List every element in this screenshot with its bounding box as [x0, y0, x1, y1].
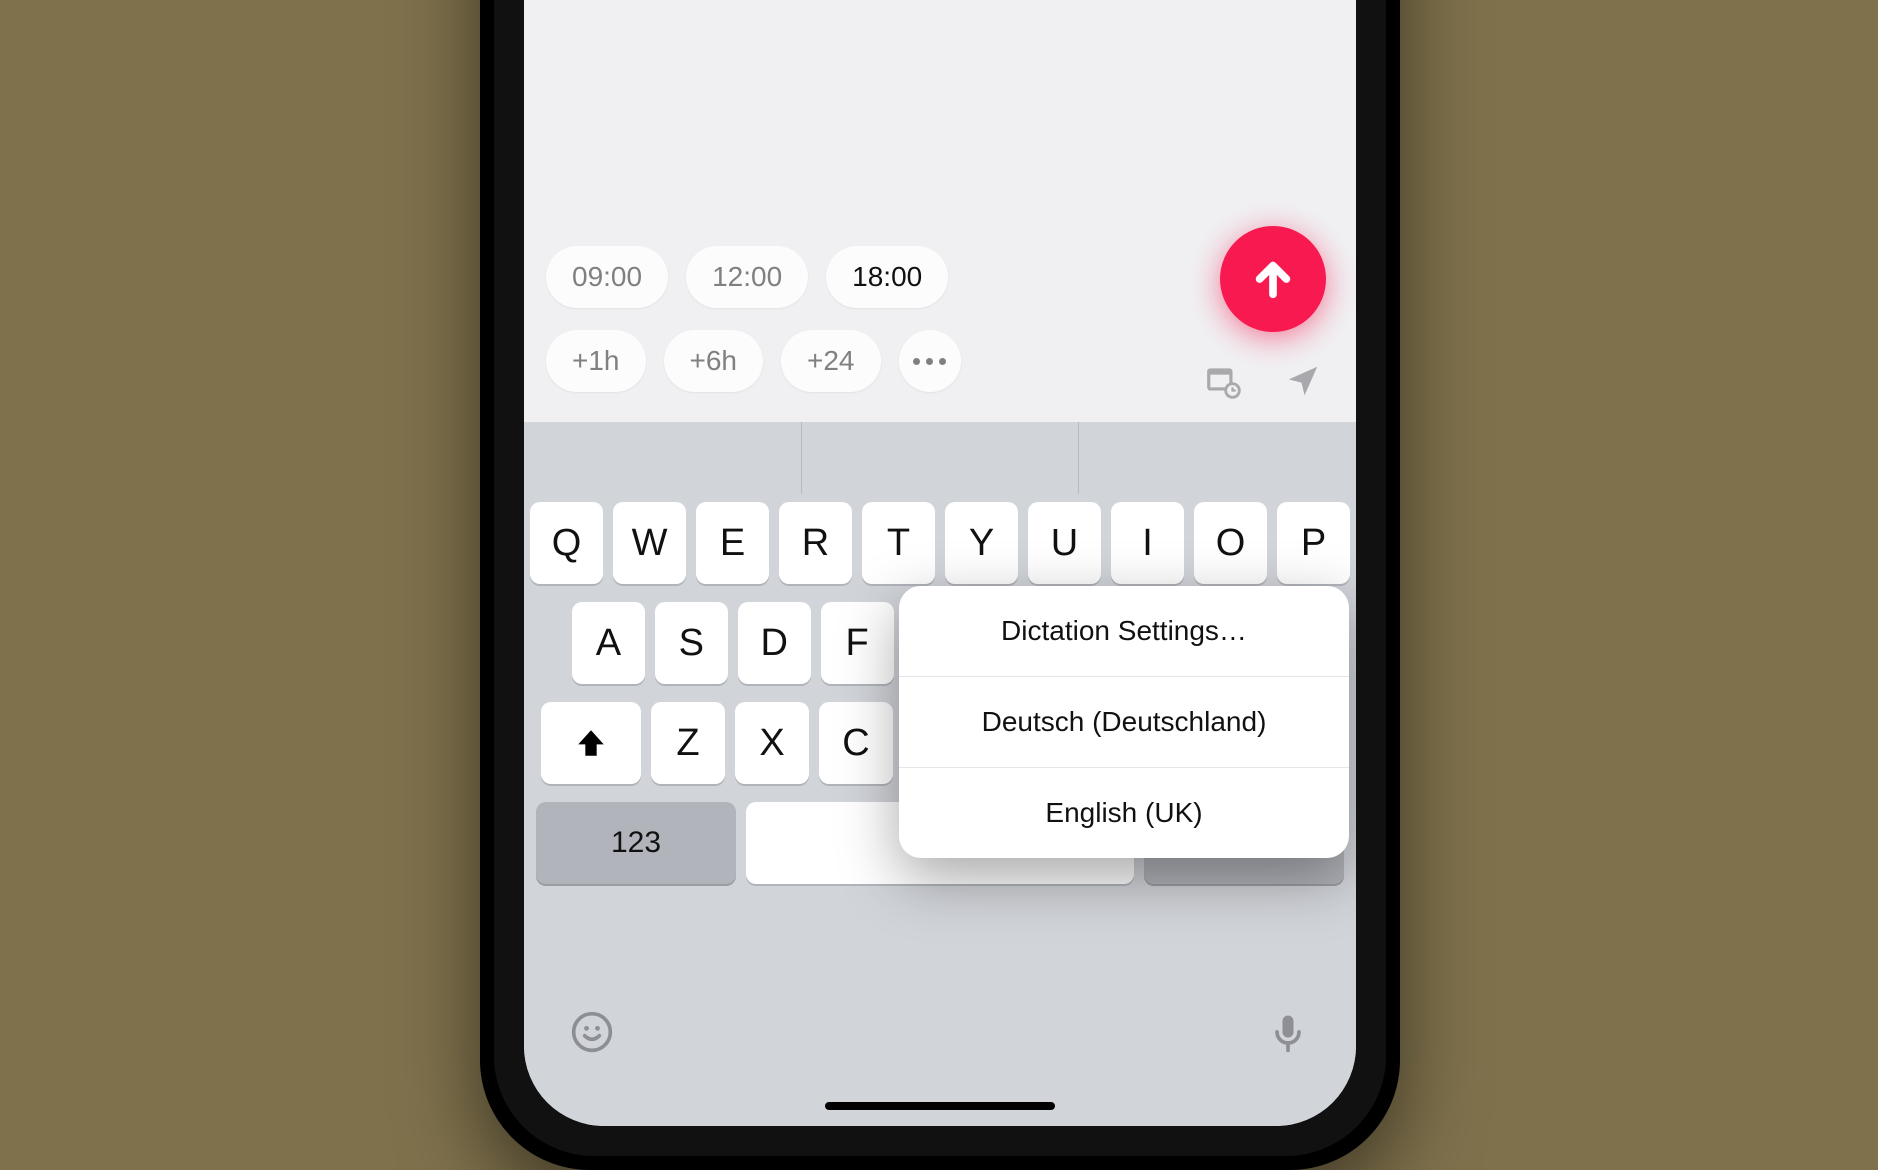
time-chip-row-2: +1h +6h +24: [546, 330, 961, 392]
suggestion-bar[interactable]: [524, 422, 1356, 494]
phone-bezel: 09:00 12:00 18:00 +1h +6h +24: [494, 0, 1386, 1156]
key-t[interactable]: T: [862, 502, 935, 584]
key-a[interactable]: A: [572, 602, 645, 684]
key-z[interactable]: Z: [651, 702, 725, 784]
emoji-icon[interactable]: [570, 1010, 614, 1054]
key-x[interactable]: X: [735, 702, 809, 784]
shift-key[interactable]: [541, 702, 641, 784]
secondary-actions: [1204, 362, 1322, 400]
key-s[interactable]: S: [655, 602, 728, 684]
time-chip-1200[interactable]: 12:00: [686, 246, 808, 308]
dictation-language-en-uk[interactable]: English (UK): [899, 768, 1349, 858]
time-chip-0900[interactable]: 09:00: [546, 246, 668, 308]
dictation-settings-item[interactable]: Dictation Settings…: [899, 586, 1349, 677]
time-chip-plus24[interactable]: +24: [781, 330, 881, 392]
arrow-up-icon: [1250, 256, 1296, 302]
time-chip-plus1h[interactable]: +1h: [546, 330, 646, 392]
key-w[interactable]: W: [613, 502, 686, 584]
send-button[interactable]: [1220, 226, 1326, 332]
key-p[interactable]: P: [1277, 502, 1350, 584]
key-r[interactable]: R: [779, 502, 852, 584]
key-d[interactable]: D: [738, 602, 811, 684]
key-y[interactable]: Y: [945, 502, 1018, 584]
dictation-popover: Dictation Settings… Deutsch (Deutschland…: [899, 586, 1349, 858]
key-row-1: Q W E R T Y U I O P: [530, 502, 1350, 584]
key-i[interactable]: I: [1111, 502, 1184, 584]
time-chip-plus6h[interactable]: +6h: [664, 330, 764, 392]
phone-screen: 09:00 12:00 18:00 +1h +6h +24: [524, 0, 1356, 1126]
key-c[interactable]: C: [819, 702, 893, 784]
app-content: 09:00 12:00 18:00 +1h +6h +24: [524, 0, 1356, 422]
location-arrow-icon[interactable]: [1284, 362, 1322, 400]
ellipsis-icon: [913, 358, 946, 365]
time-chip-1800[interactable]: 18:00: [826, 246, 948, 308]
key-f[interactable]: F: [821, 602, 894, 684]
key-e[interactable]: E: [696, 502, 769, 584]
time-chips: 09:00 12:00 18:00 +1h +6h +24: [546, 246, 961, 392]
key-o[interactable]: O: [1194, 502, 1267, 584]
time-chip-row-1: 09:00 12:00 18:00: [546, 246, 961, 308]
dictation-language-de[interactable]: Deutsch (Deutschland): [899, 677, 1349, 768]
key-q[interactable]: Q: [530, 502, 603, 584]
shift-icon: [574, 726, 608, 760]
calendar-clock-icon[interactable]: [1204, 362, 1242, 400]
numeric-key[interactable]: 123: [536, 802, 736, 884]
phone-frame: 09:00 12:00 18:00 +1h +6h +24: [480, 0, 1400, 1170]
key-u[interactable]: U: [1028, 502, 1101, 584]
home-indicator[interactable]: [825, 1102, 1055, 1110]
microphone-icon[interactable]: [1266, 1010, 1310, 1054]
more-chips-button[interactable]: [899, 330, 961, 392]
